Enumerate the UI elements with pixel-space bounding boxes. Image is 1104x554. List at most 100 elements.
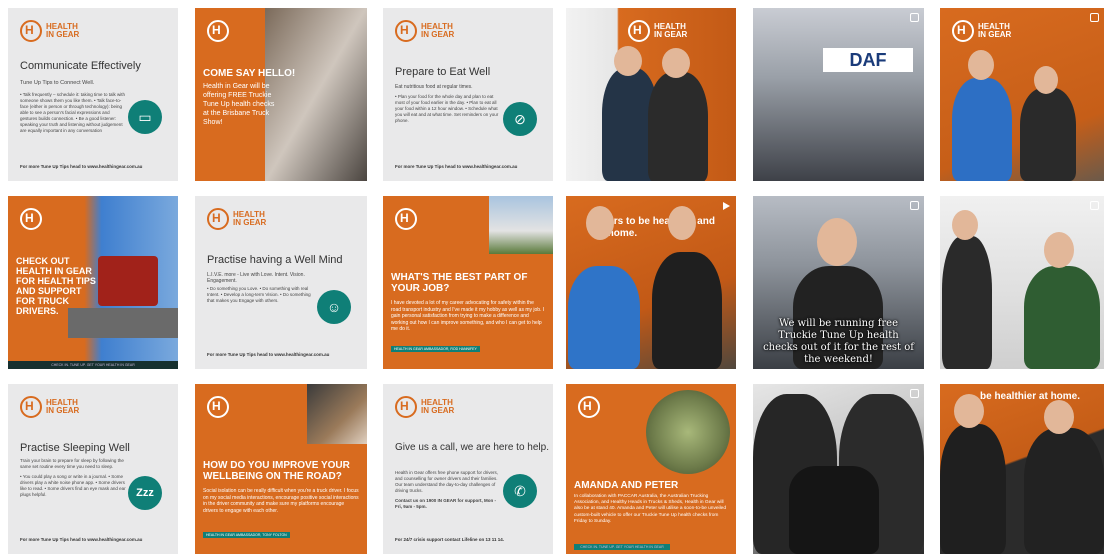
post-title: Give us a call, we are here to help. (395, 442, 549, 453)
post-subtitle: L.I.V.E. more - Live with Love. Intent. … (207, 272, 305, 284)
person-head (1044, 232, 1074, 268)
reel-icon (1090, 13, 1099, 22)
plate-cutlery-icon: ⊘ (503, 102, 537, 136)
sleep-zzz-icon: Zzz (128, 476, 162, 510)
tagline-strip: CHECK IN. TUNE UP. GET YOUR HEALTH IN GE… (8, 361, 178, 369)
phone-icon: ✆ (503, 474, 537, 508)
person-head (668, 206, 696, 240)
person (1024, 428, 1104, 554)
post-title: AMANDA AND PETER (574, 480, 679, 491)
reel-icon (910, 201, 919, 210)
reel-icon (910, 389, 919, 398)
chat-icon: ▭ (128, 100, 162, 134)
post-title: COME SAY HELLO! (203, 68, 296, 79)
post-footer: For more Tune Up Tips head to www.health… (20, 537, 143, 542)
post-body: • Talk frequently – schedule it: taking … (20, 92, 126, 133)
person (1024, 266, 1100, 369)
post-improve-wellbeing[interactable]: HOW DO YOU IMPROVE YOUR WELLBEING ON THE… (195, 384, 367, 554)
post-reel-branded-bag[interactable] (753, 384, 924, 554)
photo-crowd (265, 8, 367, 181)
post-body: Social isolation can be really difficult… (203, 488, 359, 514)
person-head (954, 394, 984, 428)
booth-banner-text: be healthier at home. (980, 391, 1081, 402)
post-title: Practise Sleeping Well (20, 442, 130, 454)
reel-icon (910, 13, 919, 22)
post-title: Practise having a Well Mind (207, 254, 343, 266)
health-in-gear-logo: HEALTH IN GEAR (395, 396, 461, 418)
photo-driver (489, 196, 553, 254)
post-reel-blood-pressure-check[interactable] (940, 196, 1104, 369)
branded-backpack (789, 466, 879, 554)
post-give-us-a-call[interactable]: HEALTH IN GEAR Give us a call, we are he… (383, 384, 553, 554)
post-body: • Do something you Love. • Do something … (207, 286, 311, 303)
post-prepare-to-eat-well[interactable]: HEALTH IN GEAR Prepare to Eat Well Eat n… (383, 8, 553, 181)
person-head (1044, 400, 1074, 434)
health-in-gear-logo: HEALTH IN GEAR (395, 20, 461, 42)
post-body: • You could play a song or write in a jo… (20, 474, 126, 497)
post-grid: HEALTH IN GEAR Communicate Effectively T… (0, 0, 1104, 554)
ambassador-tag: HEALTH IN GEAR AMBASSADOR, ROD HANNIFEY (391, 346, 480, 352)
person (652, 252, 722, 369)
post-footer: For more Tune Up Tips head to www.health… (395, 164, 518, 169)
person (952, 78, 1012, 181)
health-in-gear-logo (207, 20, 229, 42)
post-best-part-of-job[interactable]: WHAT'S THE BEST PART OF YOUR JOB? I have… (383, 196, 553, 369)
health-in-gear-logo (578, 396, 600, 418)
booth-banner-text: rivers to be hea road and at home. (596, 216, 715, 239)
daf-sign: DAF (823, 48, 913, 72)
post-title: CHECK OUT HEALTH IN GEAR FOR HEALTH TIPS… (16, 256, 96, 316)
post-reel-two-men[interactable]: rivers to be hea road and at home. (566, 196, 736, 369)
post-reel-truck-show-floor[interactable]: DAF (753, 8, 924, 181)
post-come-say-hello[interactable]: COME SAY HELLO! Health in Gear will be o… (195, 8, 367, 181)
post-subtitle: Eat nutritious food at regular times. (395, 84, 473, 90)
video-caption: We will be running free Truckie Tune Up … (763, 318, 914, 365)
head-brain-icon: ☺ (317, 290, 351, 324)
post-subtitle: Tune Up Tips to Connect Well. (20, 80, 95, 86)
post-photo-two-women-booth[interactable]: HEALTH IN GEAR (566, 8, 736, 181)
post-body: • Plan your food for the whole day and p… (395, 94, 499, 123)
health-in-gear-logo: HEALTH IN GEAR (20, 396, 86, 418)
post-reel-thumbs-up[interactable]: We will be running free Truckie Tune Up … (753, 196, 924, 369)
person-head (1034, 66, 1058, 94)
person-head (586, 206, 614, 240)
person-head (817, 218, 857, 266)
person (942, 236, 992, 369)
person-head (968, 50, 994, 80)
post-footer: For 24/7 crisis support contact Lifeline… (395, 537, 505, 542)
post-subtitle: Train your brain to prepare for sleep by… (20, 458, 124, 469)
reel-icon (1090, 201, 1099, 210)
person-head (662, 48, 690, 78)
person (568, 266, 640, 369)
tagline-strip: CHECK IN. TUNE UP. GET YOUR HEALTH IN GE… (574, 544, 670, 550)
post-communicate-effectively[interactable]: HEALTH IN GEAR Communicate Effectively T… (8, 8, 178, 181)
post-check-out-health-in-gear[interactable]: CHECK OUT HEALTH IN GEAR FOR HEALTH TIPS… (8, 196, 178, 369)
post-practise-well-mind[interactable]: HEALTH IN GEAR Practise having a Well Mi… (195, 196, 367, 369)
post-body: In collaboration with PACCAR Australia, … (574, 494, 726, 524)
health-in-gear-logo (207, 396, 229, 418)
person (940, 424, 1006, 554)
post-practise-sleeping-well[interactable]: HEALTH IN GEAR Practise Sleeping Well Tr… (8, 384, 178, 554)
truck-image (98, 256, 158, 306)
health-in-gear-logo (20, 208, 42, 230)
post-footer: For more Tune Up Tips head to www.health… (20, 164, 143, 169)
health-in-gear-logo: HEALTH IN GEAR (952, 20, 1018, 42)
post-reel-booth-staff[interactable]: be healthier at home. (940, 384, 1104, 554)
post-body: I have devoted a lot of my career advoca… (391, 300, 545, 332)
post-title: WHAT'S THE BEST PART OF YOUR JOB? (391, 272, 528, 294)
health-in-gear-logo: HEALTH IN GEAR (628, 20, 694, 42)
post-title: HOW DO YOU IMPROVE YOUR WELLBEING ON THE… (203, 460, 350, 482)
health-in-gear-logo: HEALTH IN GEAR (20, 20, 86, 42)
health-in-gear-logo (395, 208, 417, 230)
person-head (952, 210, 978, 240)
post-amanda-and-peter[interactable]: AMANDA AND PETER In collaboration with P… (566, 384, 736, 554)
contact-text: Contact us on 1900 IN GEAR for support, … (395, 498, 497, 509)
post-body: Health in Gear will be offering FREE Tru… (203, 83, 275, 126)
post-title: Communicate Effectively (20, 60, 141, 72)
post-footer: For more Tune Up Tips head to www.health… (207, 352, 330, 357)
ambassador-tag: HEALTH IN GEAR AMBASSADOR, TONY FOLTON (203, 532, 290, 538)
health-in-gear-logo: HEALTH IN GEAR (207, 208, 273, 230)
post-body: Health in Gear offers free phone support… (395, 470, 498, 493)
post-reel-two-staff[interactable]: HEALTH IN GEAR (940, 8, 1104, 181)
person-head (614, 46, 642, 76)
photo-driver-cab (307, 384, 367, 444)
